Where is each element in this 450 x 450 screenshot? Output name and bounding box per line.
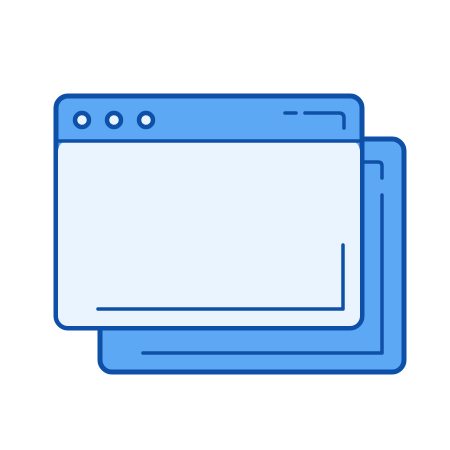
close-dot-icon bbox=[72, 110, 92, 130]
maximize-dot-icon bbox=[136, 110, 156, 130]
minimize-dot-icon bbox=[104, 110, 124, 130]
front-window bbox=[53, 93, 365, 331]
front-window-content-area bbox=[58, 141, 360, 326]
multiple-browser-windows-icon bbox=[53, 93, 407, 375]
icon-canvas bbox=[0, 0, 450, 450]
